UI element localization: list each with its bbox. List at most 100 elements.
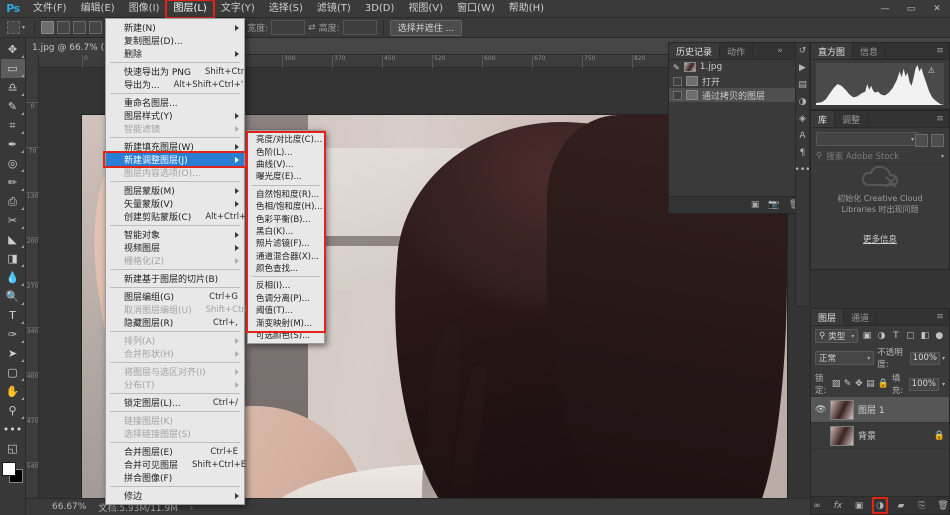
layer-mask-icon[interactable]: ▣ [853, 499, 865, 512]
new-adjustment-layer-icon[interactable]: ◑ [874, 499, 886, 512]
chevron-down-icon[interactable]: ▾ [942, 355, 945, 362]
menu-5[interactable]: 选择(S) [262, 0, 310, 18]
zoom-level[interactable]: 66.67% [52, 502, 86, 512]
layer-menu-item[interactable]: 新建(N) [106, 21, 244, 34]
layer-menu-item[interactable]: 拼合图像(F) [106, 471, 244, 484]
adjustment-submenu-item[interactable]: 反相(I)... [248, 279, 324, 291]
hand-tool[interactable]: ✋ [1, 382, 25, 401]
adjustment-submenu-item[interactable]: 色彩平衡(B)... [248, 212, 324, 224]
adjustment-submenu-item[interactable]: 可选颜色(S)... [248, 329, 324, 341]
lock-position-icon[interactable]: ✥ [855, 378, 863, 390]
new-adjustment-layer-submenu[interactable]: 亮度/对比度(C)...色阶(L)...曲线(V)...曝光度(E)...自然饱… [247, 130, 325, 344]
spot-healing-brush-tool[interactable]: ◎ [1, 154, 25, 173]
menu-2[interactable]: 图像(I) [122, 0, 167, 18]
tab-channels[interactable]: 通道 [844, 309, 877, 325]
adjustment-submenu-item[interactable]: 亮度/对比度(C)... [248, 133, 324, 145]
layer-menu-item[interactable]: 修边 [106, 489, 244, 502]
layer-menu-item[interactable]: 视频图层 [106, 241, 244, 254]
history-brush-source-checkbox[interactable] [673, 77, 682, 86]
layer-menu-item[interactable]: 矢量蒙版(V) [106, 197, 244, 210]
lasso-tool[interactable]: ♎ [1, 78, 25, 97]
layer-visibility-icon[interactable]: 👁 [815, 405, 826, 415]
play-icon[interactable]: ▶ [799, 63, 806, 73]
tab-info[interactable]: 信息 [853, 43, 886, 59]
adjustment-submenu-item[interactable]: 自然饱和度(R)... [248, 188, 324, 200]
history-brush-source-checkbox[interactable] [673, 91, 682, 100]
tab-layers[interactable]: 图层 [811, 309, 844, 325]
new-selection-icon[interactable] [41, 21, 54, 34]
chevron-down-icon[interactable]: ▾ [941, 153, 944, 160]
adjustment-submenu-item[interactable]: 通道混合器(X)... [248, 250, 324, 262]
tab-history[interactable]: 历史记录 [669, 43, 720, 59]
clone-stamp-tool[interactable]: ⎙ [1, 192, 25, 211]
adjustment-submenu-item[interactable]: 颜色查找... [248, 262, 324, 274]
layer-menu-item[interactable]: 复制图层(D)... [106, 34, 244, 47]
list-view-icon[interactable] [931, 134, 944, 147]
close-button[interactable]: ✕ [924, 0, 950, 18]
eyedropper-tool[interactable]: ✒ [1, 135, 25, 154]
current-tool-preset[interactable]: ▾ [4, 21, 28, 34]
fill-value[interactable]: 100% [909, 378, 939, 391]
adjustment-submenu-item[interactable]: 色相/饱和度(H)... [248, 200, 324, 212]
history-snapshot-row[interactable]: ✎ 1.jpg [669, 60, 807, 74]
menu-0[interactable]: 文件(F) [26, 0, 74, 18]
history-brush-tool[interactable]: ✂ [1, 211, 25, 230]
adjustment-submenu-item[interactable]: 阈值(T)... [248, 304, 324, 316]
blend-mode-select[interactable]: 正常 ▾ [815, 351, 874, 365]
layer-menu-item[interactable]: 合并图层(E)Ctrl+E [106, 445, 244, 458]
quick-mask[interactable]: ◱ [1, 439, 25, 458]
chevron-down-icon[interactable]: ▾ [22, 24, 25, 31]
height-input[interactable] [343, 20, 377, 35]
adjustment-filter-icon[interactable]: ◑ [876, 330, 887, 342]
new-layer-icon[interactable]: ⎘ [916, 499, 928, 512]
gradient-tool[interactable]: ◨ [1, 249, 25, 268]
histogram-warning-icon[interactable]: ⚠ [928, 66, 935, 75]
path-selection-tool[interactable]: ➤ [1, 344, 25, 363]
opacity-value[interactable]: 100% [910, 352, 940, 365]
dodge-tool[interactable]: 🔍 [1, 287, 25, 306]
more-info-link[interactable]: 更多信息 [811, 233, 949, 245]
layer-menu-item[interactable]: 导出为...Alt+Shift+Ctrl+' [106, 78, 244, 91]
layer-style-icon[interactable]: fx [832, 499, 844, 512]
filter-kind-select[interactable]: ⚲ 类型 ▾ [815, 329, 858, 343]
collapse-icon[interactable]: » [771, 43, 789, 59]
menu-8[interactable]: 视图(V) [401, 0, 450, 18]
blur-tool[interactable]: 💧 [1, 268, 25, 287]
crop-tool[interactable]: ⌗ [1, 116, 25, 135]
intersect-selection-icon[interactable] [89, 21, 102, 34]
histogram-graph[interactable]: ⚠ [816, 63, 944, 105]
new-group-icon[interactable]: ▰ [895, 499, 907, 512]
swap-dimensions-icon[interactable]: ⇄ [308, 23, 316, 33]
minimize-button[interactable]: — [872, 0, 898, 18]
shape-filter-icon[interactable]: ▢ [905, 330, 916, 342]
new-snapshot-icon[interactable]: 📷 [768, 200, 779, 210]
layer-menu-dropdown[interactable]: 新建(N)复制图层(D)...删除快速导出为 PNGShift+Ctrl+'导出… [105, 18, 245, 505]
quick-selection-tool[interactable]: ✎ [1, 97, 25, 116]
history-brush-icon[interactable]: ✎ [673, 63, 680, 72]
menu-3[interactable]: 图层(L) [166, 0, 213, 18]
character-icon[interactable]: A [799, 131, 805, 141]
horizontal-type-tool[interactable]: T [1, 306, 25, 325]
menu-6[interactable]: 滤镜(T) [310, 0, 358, 18]
tab-actions[interactable]: 动作 [720, 43, 753, 59]
layer-menu-item[interactable]: 新建调整图层(J) [106, 153, 244, 166]
zoom-tool[interactable]: ⚲ [1, 401, 25, 420]
menu-4[interactable]: 文字(Y) [214, 0, 262, 18]
edit-toolbar[interactable]: ••• [1, 420, 25, 439]
history-state-row[interactable]: 打开 [669, 74, 807, 88]
smart-filter-icon[interactable]: ◧ [919, 330, 930, 342]
chevron-down-icon[interactable]: ▾ [942, 381, 945, 388]
lock-transparent-icon[interactable]: ▨ [832, 378, 841, 390]
adjustment-submenu-item[interactable]: 渐变映射(M)... [248, 316, 324, 328]
paragraph-icon[interactable]: ¶ [800, 148, 806, 158]
panel-menu-icon[interactable]: ≡ [931, 43, 949, 59]
grid-view-icon[interactable] [915, 134, 928, 147]
menu-10[interactable]: 帮助(H) [502, 0, 551, 18]
panel-menu-icon[interactable]: ≡ [931, 309, 949, 325]
layer-menu-item[interactable]: 图层样式(Y) [106, 109, 244, 122]
tab-libraries[interactable]: 库 [811, 111, 835, 127]
maximize-button[interactable]: ▭ [898, 0, 924, 18]
move-tool[interactable]: ✥ [1, 40, 25, 59]
lock-artboard-icon[interactable]: ▤ [866, 378, 875, 390]
adjustment-submenu-item[interactable]: 曝光度(E)... [248, 170, 324, 182]
